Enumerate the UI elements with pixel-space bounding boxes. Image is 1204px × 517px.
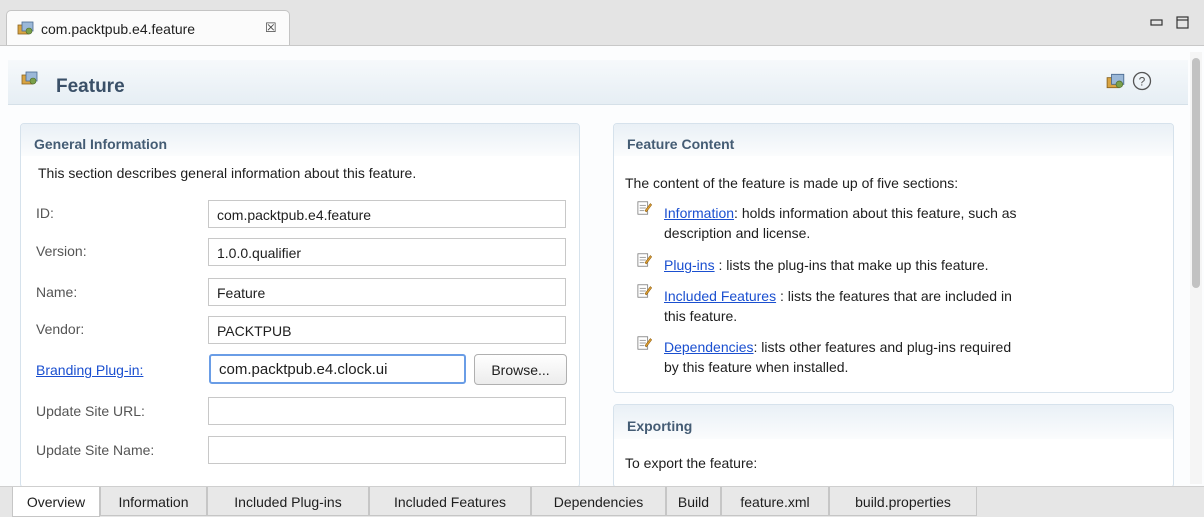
content-entry-dependencies: Dependencies: lists other features and p…	[664, 337, 1164, 377]
section-header: Exporting	[614, 405, 1173, 439]
name-field[interactable]: Feature	[208, 278, 566, 306]
dependencies-link[interactable]: Dependencies	[664, 339, 754, 355]
section-header: Feature Content	[614, 124, 1173, 156]
tab-included-plugins[interactable]: Included Plug-ins	[207, 487, 369, 516]
update-site-url-label: Update Site URL:	[36, 403, 145, 419]
vendor-label: Vendor:	[36, 321, 85, 337]
included-features-link[interactable]: Included Features	[664, 288, 776, 304]
tab-dependencies[interactable]: Dependencies	[531, 487, 666, 516]
editor-page-tabs: Overview Information Included Plug-ins I…	[0, 486, 1204, 517]
section-title: Exporting	[627, 418, 693, 434]
id-field[interactable]: com.packtpub.e4.feature	[208, 200, 566, 228]
vendor-field[interactable]: PACKTPUB	[208, 316, 566, 344]
feature-icon	[21, 71, 38, 85]
tab-information[interactable]: Information	[100, 487, 207, 516]
document-icon	[637, 284, 653, 298]
maximize-icon[interactable]	[1176, 16, 1190, 30]
help-icon[interactable]: ?	[1132, 71, 1152, 91]
update-site-name-field[interactable]	[208, 436, 566, 464]
branding-plugin-field[interactable]: com.packtpub.e4.clock.ui	[209, 354, 466, 384]
document-icon	[637, 336, 653, 350]
page-title: Feature	[56, 76, 125, 97]
editor-tab-label: com.packtpub.e4.feature	[41, 21, 196, 37]
content-entry-plugins: Plug-ins : lists the plug-ins that make …	[664, 255, 1164, 275]
tab-feature-xml[interactable]: feature.xml	[721, 487, 829, 516]
entry-text-continued: by this feature when installed.	[664, 359, 849, 375]
svg-text:?: ?	[1139, 75, 1146, 89]
entry-text: : holds information about this feature, …	[734, 205, 1017, 221]
scrollbar-thumb[interactable]	[1192, 58, 1200, 288]
export-feature-icon[interactable]	[1106, 72, 1126, 90]
tab-overview[interactable]: Overview	[12, 487, 100, 517]
version-label: Version:	[36, 243, 87, 259]
entry-text: : lists the features that are included i…	[776, 288, 1012, 304]
document-icon	[637, 201, 653, 215]
form-header: Feature ?	[8, 60, 1188, 105]
update-site-url-field[interactable]	[208, 397, 566, 425]
tab-build[interactable]: Build	[666, 487, 721, 516]
editor-tab-feature[interactable]: com.packtpub.e4.feature ☒	[6, 10, 290, 45]
document-icon	[637, 253, 653, 267]
information-link[interactable]: Information	[664, 205, 734, 221]
entry-text: : lists other features and plug-ins requ…	[753, 339, 1012, 355]
feature-icon	[17, 21, 34, 35]
content-entry-included-features: Included Features : lists the features t…	[664, 286, 1164, 326]
close-tab-icon[interactable]: ☒	[265, 20, 277, 36]
version-field[interactable]: 1.0.0.qualifier	[208, 238, 566, 266]
update-site-name-label: Update Site Name:	[36, 442, 155, 458]
section-header: General Information	[21, 124, 579, 156]
browse-button[interactable]: Browse...	[474, 354, 567, 385]
entry-text-continued: description and license.	[664, 225, 811, 241]
content-intro: The content of the feature is made up of…	[625, 175, 959, 191]
minimize-icon[interactable]	[1150, 18, 1164, 28]
id-label: ID:	[36, 205, 54, 221]
exporting-text: To export the feature:	[625, 455, 758, 471]
tab-build-properties[interactable]: build.properties	[829, 487, 977, 516]
section-title: General Information	[34, 136, 168, 152]
section-title: Feature Content	[627, 136, 735, 152]
section-description: This section describes general informati…	[38, 165, 417, 181]
name-label: Name:	[36, 284, 78, 300]
exporting-section: Exporting	[613, 404, 1174, 488]
tab-included-features[interactable]: Included Features	[369, 487, 531, 516]
plugins-link[interactable]: Plug-ins	[664, 257, 715, 273]
branding-plugin-link[interactable]: Branding Plug-in:	[36, 362, 143, 378]
content-entry-information: Information: holds information about thi…	[664, 203, 1164, 243]
editor-tab-bar: com.packtpub.e4.feature ☒	[0, 0, 1204, 46]
entry-text: : lists the plug-ins that make up this f…	[714, 257, 989, 273]
entry-text-continued: this feature.	[664, 308, 738, 324]
